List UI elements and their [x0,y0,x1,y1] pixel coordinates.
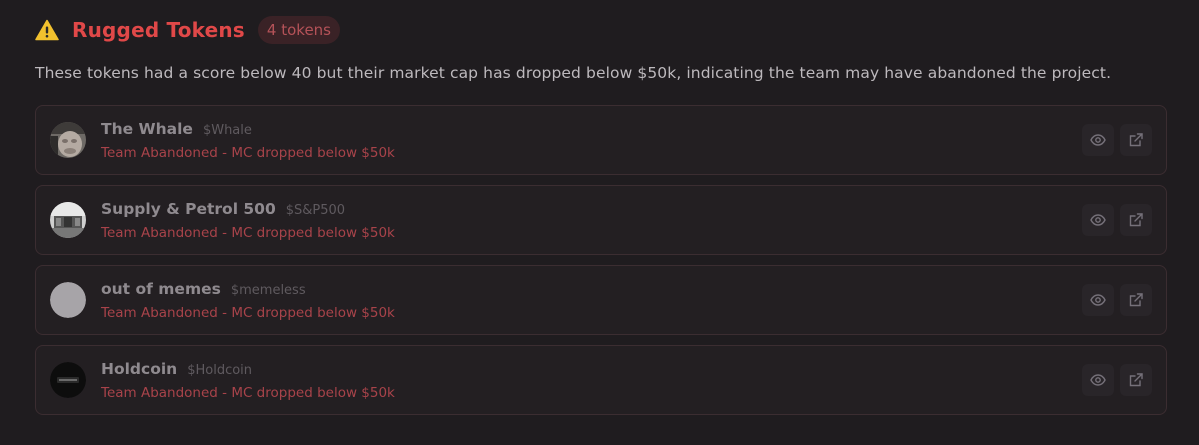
token-info: out of memes $memeless Team Abandoned - … [101,280,395,321]
holdcoin-avatar [50,362,86,398]
token-status: Team Abandoned - MC dropped below $50k [101,385,395,401]
view-button[interactable] [1082,284,1114,316]
token-status: Team Abandoned - MC dropped below $50k [101,305,395,321]
warning-icon [35,19,59,41]
token-list: The Whale $Whale Team Abandoned - MC dro… [35,105,1167,425]
whale-avatar [50,122,86,158]
token-count-badge: 4 tokens [257,16,340,44]
token-symbol: $S&P500 [285,203,346,218]
placeholder-avatar [50,282,86,318]
external-link-icon [1128,372,1144,388]
external-link-icon [1128,292,1144,308]
token-name: Supply & Petrol 500 [101,200,276,218]
token-symbol: $memeless [230,283,306,298]
token-status: Team Abandoned - MC dropped below $50k [101,225,395,241]
eye-icon [1090,372,1106,388]
open-external-button[interactable] [1120,204,1152,236]
section-title: Rugged Tokens [72,18,245,42]
view-button[interactable] [1082,124,1114,156]
token-card[interactable]: Holdcoin $Holdcoin Team Abandoned - MC d… [35,345,1167,415]
external-link-icon [1128,132,1144,148]
eye-icon [1090,132,1106,148]
view-button[interactable] [1082,204,1114,236]
token-name: The Whale [101,120,193,138]
token-info: Holdcoin $Holdcoin Team Abandoned - MC d… [101,360,395,401]
token-symbol: $Holdcoin [187,363,253,378]
token-card[interactable]: out of memes $memeless Team Abandoned - … [35,265,1167,335]
open-external-button[interactable] [1120,284,1152,316]
eye-icon [1090,212,1106,228]
token-symbol: $Whale [202,123,252,138]
section-description: These tokens had a score below 40 but th… [35,64,1112,82]
token-name: Holdcoin [101,360,178,378]
external-link-icon [1128,212,1144,228]
token-info: Supply & Petrol 500 $S&P500 Team Abandon… [101,200,395,241]
sp500-avatar [50,202,86,238]
token-card[interactable]: The Whale $Whale Team Abandoned - MC dro… [35,105,1167,175]
token-info: The Whale $Whale Team Abandoned - MC dro… [101,120,395,161]
token-name: out of memes [101,280,221,298]
view-button[interactable] [1082,364,1114,396]
open-external-button[interactable] [1120,364,1152,396]
eye-icon [1090,292,1106,308]
open-external-button[interactable] [1120,124,1152,156]
token-status: Team Abandoned - MC dropped below $50k [101,145,395,161]
rugged-tokens-panel: Rugged Tokens 4 tokens These tokens had … [0,0,1199,445]
section-header: Rugged Tokens 4 tokens [35,14,340,46]
token-card[interactable]: Supply & Petrol 500 $S&P500 Team Abandon… [35,185,1167,255]
